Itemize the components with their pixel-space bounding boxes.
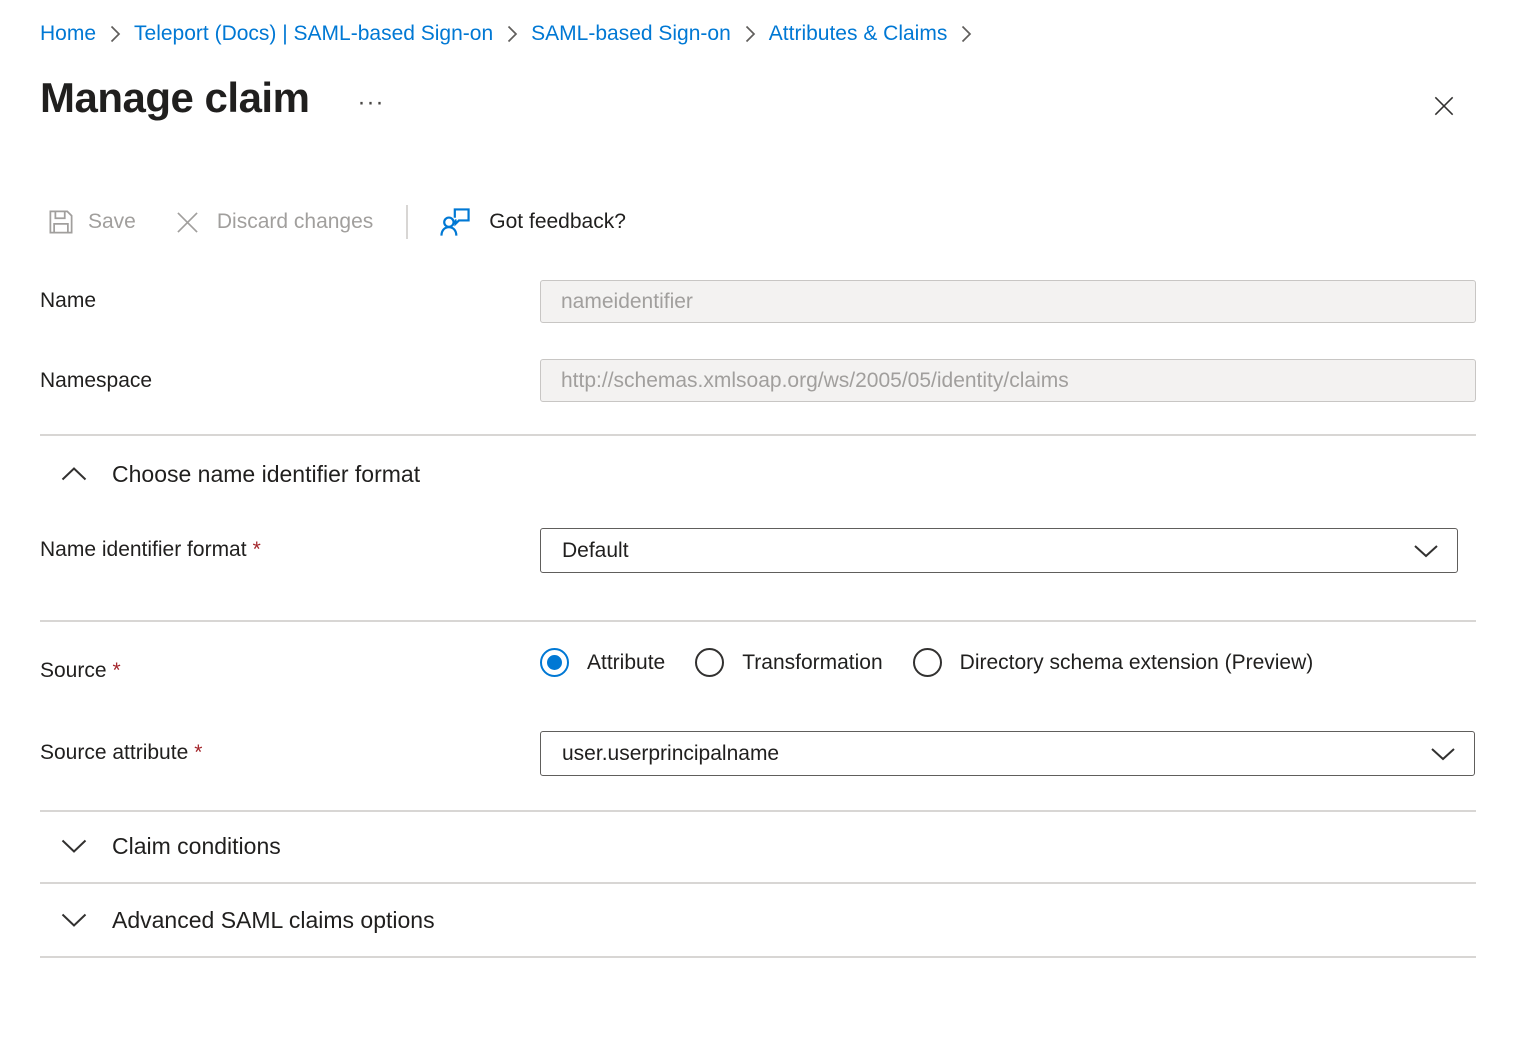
- section-divider: [40, 882, 1476, 884]
- source-attribute-dropdown[interactable]: user.userprincipalname: [540, 731, 1475, 776]
- section-title: Choose name identifier format: [112, 461, 420, 488]
- chevron-right-icon: [109, 24, 121, 44]
- label-text: Source attribute: [40, 741, 188, 764]
- dropdown-value: Default: [562, 539, 629, 563]
- manage-claim-panel: Home Teleport (Docs) | SAML-based Sign-o…: [0, 0, 1516, 1042]
- radio-button[interactable]: [540, 648, 569, 677]
- section-title: Claim conditions: [112, 833, 281, 860]
- section-claim-conditions[interactable]: Claim conditions: [40, 824, 281, 868]
- more-options-button[interactable]: ···: [357, 91, 384, 115]
- required-asterisk: *: [194, 741, 202, 764]
- page-title: Manage claim: [40, 74, 309, 122]
- chevron-right-icon: [960, 24, 972, 44]
- close-icon: [1431, 93, 1457, 119]
- section-divider: [40, 956, 1476, 958]
- required-asterisk: *: [113, 659, 121, 682]
- chevron-right-icon: [744, 24, 756, 44]
- chevron-up-icon: [40, 466, 90, 482]
- save-icon: [46, 207, 76, 237]
- save-button-label: Save: [88, 210, 136, 234]
- section-title: Advanced SAML claims options: [112, 907, 435, 934]
- name-identifier-format-dropdown[interactable]: Default: [540, 528, 1458, 573]
- radio-button[interactable]: [913, 648, 942, 677]
- breadcrumb-attributes-claims[interactable]: Attributes & Claims: [769, 22, 948, 46]
- name-input[interactable]: [540, 280, 1476, 323]
- radio-label: Directory schema extension (Preview): [960, 651, 1314, 675]
- label-text: Name identifier format: [40, 538, 247, 561]
- section-divider: [40, 810, 1476, 812]
- discard-x-icon: [174, 209, 201, 236]
- radio-label: Attribute: [587, 651, 665, 675]
- chevron-down-icon: [1430, 747, 1456, 761]
- chevron-down-icon: [40, 838, 90, 854]
- radio-label: Transformation: [742, 651, 882, 675]
- breadcrumb-saml-signon[interactable]: SAML-based Sign-on: [531, 22, 731, 46]
- dropdown-value: user.userprincipalname: [562, 742, 779, 766]
- name-field-label: Name: [40, 289, 96, 313]
- section-divider: [40, 434, 1476, 436]
- namespace-input[interactable]: [540, 359, 1476, 402]
- chevron-right-icon: [506, 24, 518, 44]
- source-attribute-label: Source attribute *: [40, 741, 202, 765]
- required-asterisk: *: [253, 538, 261, 561]
- discard-changes-label: Discard changes: [217, 210, 373, 234]
- command-bar: Save Discard changes Got feedback?: [46, 198, 626, 246]
- section-divider: [40, 620, 1476, 622]
- chevron-down-icon: [1413, 544, 1439, 558]
- section-choose-name-identifier-format[interactable]: Choose name identifier format: [40, 452, 420, 496]
- got-feedback-label: Got feedback?: [489, 210, 626, 234]
- source-label: Source *: [40, 659, 121, 683]
- section-advanced-saml-claims-options[interactable]: Advanced SAML claims options: [40, 898, 435, 942]
- breadcrumb: Home Teleport (Docs) | SAML-based Sign-o…: [40, 22, 972, 46]
- got-feedback-button[interactable]: Got feedback?: [439, 206, 626, 239]
- close-button[interactable]: [1424, 86, 1464, 126]
- chevron-down-icon: [40, 912, 90, 928]
- discard-changes-button[interactable]: Discard changes: [174, 209, 373, 236]
- feedback-person-icon: [439, 206, 472, 239]
- radio-option-transformation[interactable]: Transformation: [695, 648, 882, 677]
- label-text: Source: [40, 659, 107, 682]
- namespace-field-label: Namespace: [40, 369, 152, 393]
- radio-button[interactable]: [695, 648, 724, 677]
- name-identifier-format-label: Name identifier format *: [40, 538, 261, 562]
- breadcrumb-home[interactable]: Home: [40, 22, 96, 46]
- radio-option-directory-schema-extension[interactable]: Directory schema extension (Preview): [913, 648, 1314, 677]
- breadcrumb-app[interactable]: Teleport (Docs) | SAML-based Sign-on: [134, 22, 493, 46]
- toolbar-divider: [406, 205, 408, 239]
- source-radio-group: Attribute Transformation Directory schem…: [540, 648, 1313, 677]
- save-button[interactable]: Save: [46, 207, 136, 237]
- radio-option-attribute[interactable]: Attribute: [540, 648, 665, 677]
